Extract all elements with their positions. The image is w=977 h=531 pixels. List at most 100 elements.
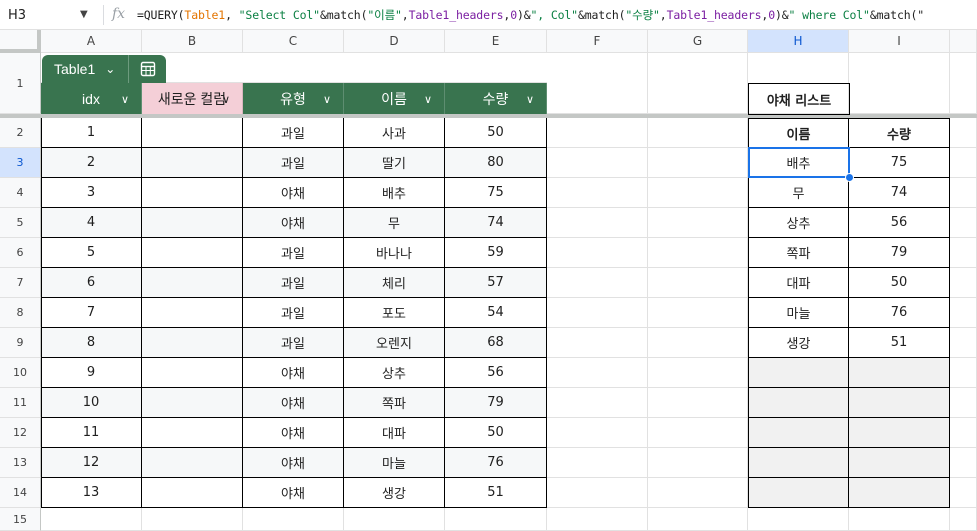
row-header-12[interactable]: 12 (0, 418, 41, 448)
table-cell[interactable]: 과일 (243, 118, 344, 148)
table-cell[interactable]: 50 (445, 418, 547, 448)
row-header-7[interactable]: 7 (0, 268, 41, 298)
table-cell[interactable]: 74 (445, 208, 547, 238)
grid-cell[interactable] (950, 508, 977, 531)
table-cell[interactable] (142, 388, 243, 418)
chevron-down-icon[interactable]: ∨ (222, 93, 230, 106)
grid-cell[interactable] (950, 418, 977, 448)
column-header-b[interactable]: B (142, 30, 243, 53)
table-cell[interactable] (142, 358, 243, 388)
column-header-i[interactable]: I (849, 30, 950, 53)
table-cell[interactable] (142, 178, 243, 208)
grid-cell[interactable] (950, 328, 977, 358)
grid-cell[interactable] (547, 448, 648, 478)
table-cell[interactable]: 과일 (243, 148, 344, 178)
grid-cell[interactable] (547, 298, 648, 328)
grid-cell[interactable] (547, 208, 648, 238)
grid-cell[interactable] (547, 388, 648, 418)
row-header-9[interactable]: 9 (0, 328, 41, 358)
grid-cell[interactable] (950, 478, 977, 508)
table-cell[interactable]: 12 (41, 448, 142, 478)
column-header-f[interactable]: F (547, 30, 648, 53)
table-cell[interactable]: 과일 (243, 298, 344, 328)
table-header-1[interactable]: idx ∨ (41, 83, 142, 115)
grid-cell[interactable] (950, 358, 977, 388)
table-cell[interactable]: 59 (445, 238, 547, 268)
veg-list-cell[interactable] (748, 358, 849, 388)
table-cell[interactable]: 56 (445, 358, 547, 388)
veg-list-cell[interactable] (748, 418, 849, 448)
grid-cell[interactable] (344, 508, 445, 531)
table-cell[interactable]: 바나나 (344, 238, 445, 268)
name-box[interactable]: H3 ▼ (0, 0, 100, 30)
veg-list-cell[interactable]: 50 (849, 268, 950, 298)
table-cell[interactable]: 체리 (344, 268, 445, 298)
grid-cell[interactable] (142, 508, 243, 531)
grid-cell[interactable] (547, 148, 648, 178)
table-cell[interactable]: 사과 (344, 118, 445, 148)
veg-list-cell[interactable]: 무 (748, 178, 849, 208)
table-cell[interactable]: 1 (41, 118, 142, 148)
grid-cell[interactable] (950, 448, 977, 478)
table-cell[interactable]: 야채 (243, 208, 344, 238)
veg-list-cell[interactable]: 75 (849, 148, 950, 178)
table-cell[interactable]: 8 (41, 328, 142, 358)
table-cell[interactable]: 13 (41, 478, 142, 508)
veg-list-cell[interactable] (849, 448, 950, 478)
row-header-8[interactable]: 8 (0, 298, 41, 328)
grid-cell[interactable] (648, 298, 748, 328)
veg-list-cell[interactable]: 대파 (748, 268, 849, 298)
table-cell[interactable] (142, 328, 243, 358)
veg-list-cell[interactable]: 51 (849, 328, 950, 358)
grid-cell[interactable] (648, 208, 748, 238)
row-header-6[interactable]: 6 (0, 238, 41, 268)
table-cell[interactable]: 상추 (344, 358, 445, 388)
table-cell[interactable]: 배추 (344, 178, 445, 208)
table-cell[interactable]: 오렌지 (344, 328, 445, 358)
veg-list-cell[interactable] (849, 388, 950, 418)
table-cell[interactable]: 11 (41, 418, 142, 448)
select-all-corner[interactable] (0, 30, 41, 53)
veg-list-title[interactable]: 야채 리스트 (748, 83, 850, 115)
veg-list-header[interactable]: 이름 (748, 118, 849, 148)
column-header-c[interactable]: C (243, 30, 344, 53)
formula-input[interactable]: =QUERY(Table1, "Select Col"&match("이름",T… (137, 7, 924, 23)
row-header-13[interactable]: 13 (0, 448, 41, 478)
column-header-a[interactable]: A (41, 30, 142, 53)
grid-cell[interactable] (41, 508, 142, 531)
grid-cell[interactable] (648, 418, 748, 448)
table-cell[interactable]: 야채 (243, 418, 344, 448)
grid-cell[interactable] (950, 388, 977, 418)
table-cell[interactable] (142, 148, 243, 178)
grid-cell[interactable] (648, 358, 748, 388)
table-cell[interactable]: 무 (344, 208, 445, 238)
row-header-11[interactable]: 11 (0, 388, 41, 418)
table-cell[interactable]: 야채 (243, 448, 344, 478)
table-cell[interactable]: 야채 (243, 388, 344, 418)
table-cell[interactable]: 과일 (243, 268, 344, 298)
grid-cell[interactable] (648, 388, 748, 418)
grid-cell[interactable] (950, 238, 977, 268)
table-cell[interactable]: 마늘 (344, 448, 445, 478)
table-cell[interactable]: 5 (41, 238, 142, 268)
veg-list-cell[interactable]: 74 (849, 178, 950, 208)
table-name-tab[interactable]: Table1 ⌄ (42, 55, 166, 83)
table-cell[interactable]: 생강 (344, 478, 445, 508)
veg-list-cell[interactable] (748, 448, 849, 478)
table-cell[interactable]: 76 (445, 448, 547, 478)
table-cell[interactable] (142, 208, 243, 238)
row-header-4[interactable]: 4 (0, 178, 41, 208)
column-header-e[interactable]: E (445, 30, 547, 53)
table-cell[interactable]: 과일 (243, 328, 344, 358)
fill-handle[interactable] (845, 173, 854, 182)
grid-cell[interactable] (648, 448, 748, 478)
grid-cell[interactable] (547, 238, 648, 268)
table-cell[interactable]: 75 (445, 178, 547, 208)
table-cell[interactable]: 54 (445, 298, 547, 328)
grid-cell[interactable] (748, 508, 849, 531)
grid-cell[interactable] (950, 178, 977, 208)
grid-cell[interactable] (849, 508, 950, 531)
veg-list-cell[interactable] (849, 418, 950, 448)
grid-cell[interactable] (547, 328, 648, 358)
grid-cell[interactable] (849, 53, 950, 114)
